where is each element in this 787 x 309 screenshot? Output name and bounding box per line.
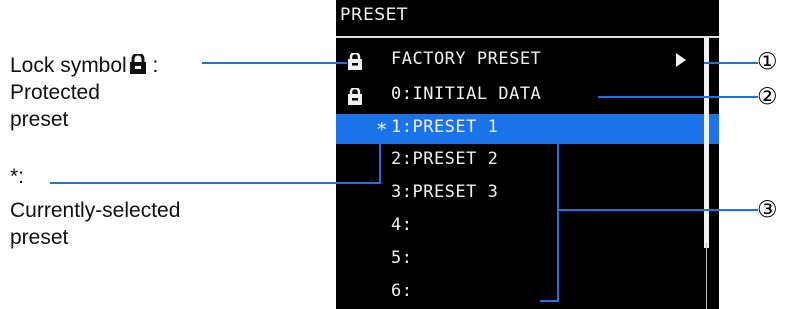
callout-lines [50, 62, 758, 302]
callout-3: ③ [757, 197, 778, 223]
callout-1: ① [757, 49, 778, 75]
callout-2: ② [757, 84, 778, 110]
